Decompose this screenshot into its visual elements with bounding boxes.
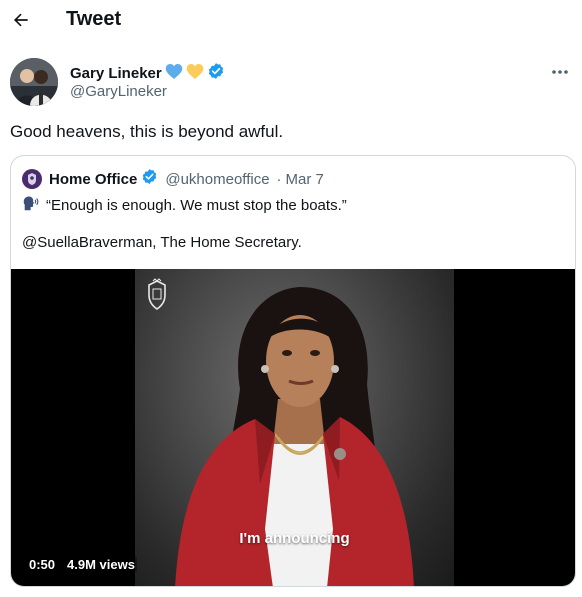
video-views: 4.9M views [65, 556, 137, 573]
quoted-avatar[interactable] [22, 169, 42, 189]
quoted-header: Home Office @ukhomeoffice · Mar 7 [22, 168, 324, 190]
quoted-text: “Enough is enough. We must stop the boat… [46, 196, 347, 214]
video-player[interactable]: I'm announcing 0:50 4.9M views [11, 269, 575, 586]
author-handle[interactable]: @GaryLineker [70, 83, 167, 100]
yellow-heart-icon [186, 63, 204, 85]
tweet-text: Good heavens, this is beyond awful. [10, 122, 284, 141]
quoted-text-line-1: “Enough is enough. We must stop the boat… [22, 194, 347, 216]
video-caption: I'm announcing [239, 530, 350, 547]
quoted-author-name[interactable]: Home Office [49, 171, 137, 188]
verified-badge-icon[interactable] [207, 62, 225, 85]
author-name[interactable]: Gary Lineker [70, 65, 162, 82]
video-duration: 0:50 [27, 556, 58, 573]
separator-dot: · [276, 170, 282, 188]
blue-heart-icon [165, 63, 183, 85]
top-bar: Tweet [0, 0, 582, 42]
video-frame: I'm announcing [135, 269, 454, 586]
video-meta: 0:50 4.9M views [27, 556, 137, 573]
crest-logo [148, 278, 166, 310]
page-title: Tweet [66, 8, 122, 30]
quoted-date[interactable]: Mar 7 [286, 171, 324, 188]
quoted-author-handle[interactable]: @ukhomeoffice [165, 171, 269, 188]
verified-badge-icon [141, 168, 158, 190]
back-arrow-icon[interactable] [10, 9, 32, 31]
speaking-head-icon [22, 194, 40, 216]
quoted-text-line-2: @SuellaBraverman, The Home Secretary. [22, 234, 302, 251]
tweet-author: Gary Lineker @GaryLineker [10, 58, 572, 110]
author-avatar[interactable] [10, 58, 58, 106]
quoted-tweet[interactable]: Home Office @ukhomeoffice · Mar 7 “Enoug… [10, 155, 576, 587]
more-options-icon[interactable] [548, 62, 572, 82]
